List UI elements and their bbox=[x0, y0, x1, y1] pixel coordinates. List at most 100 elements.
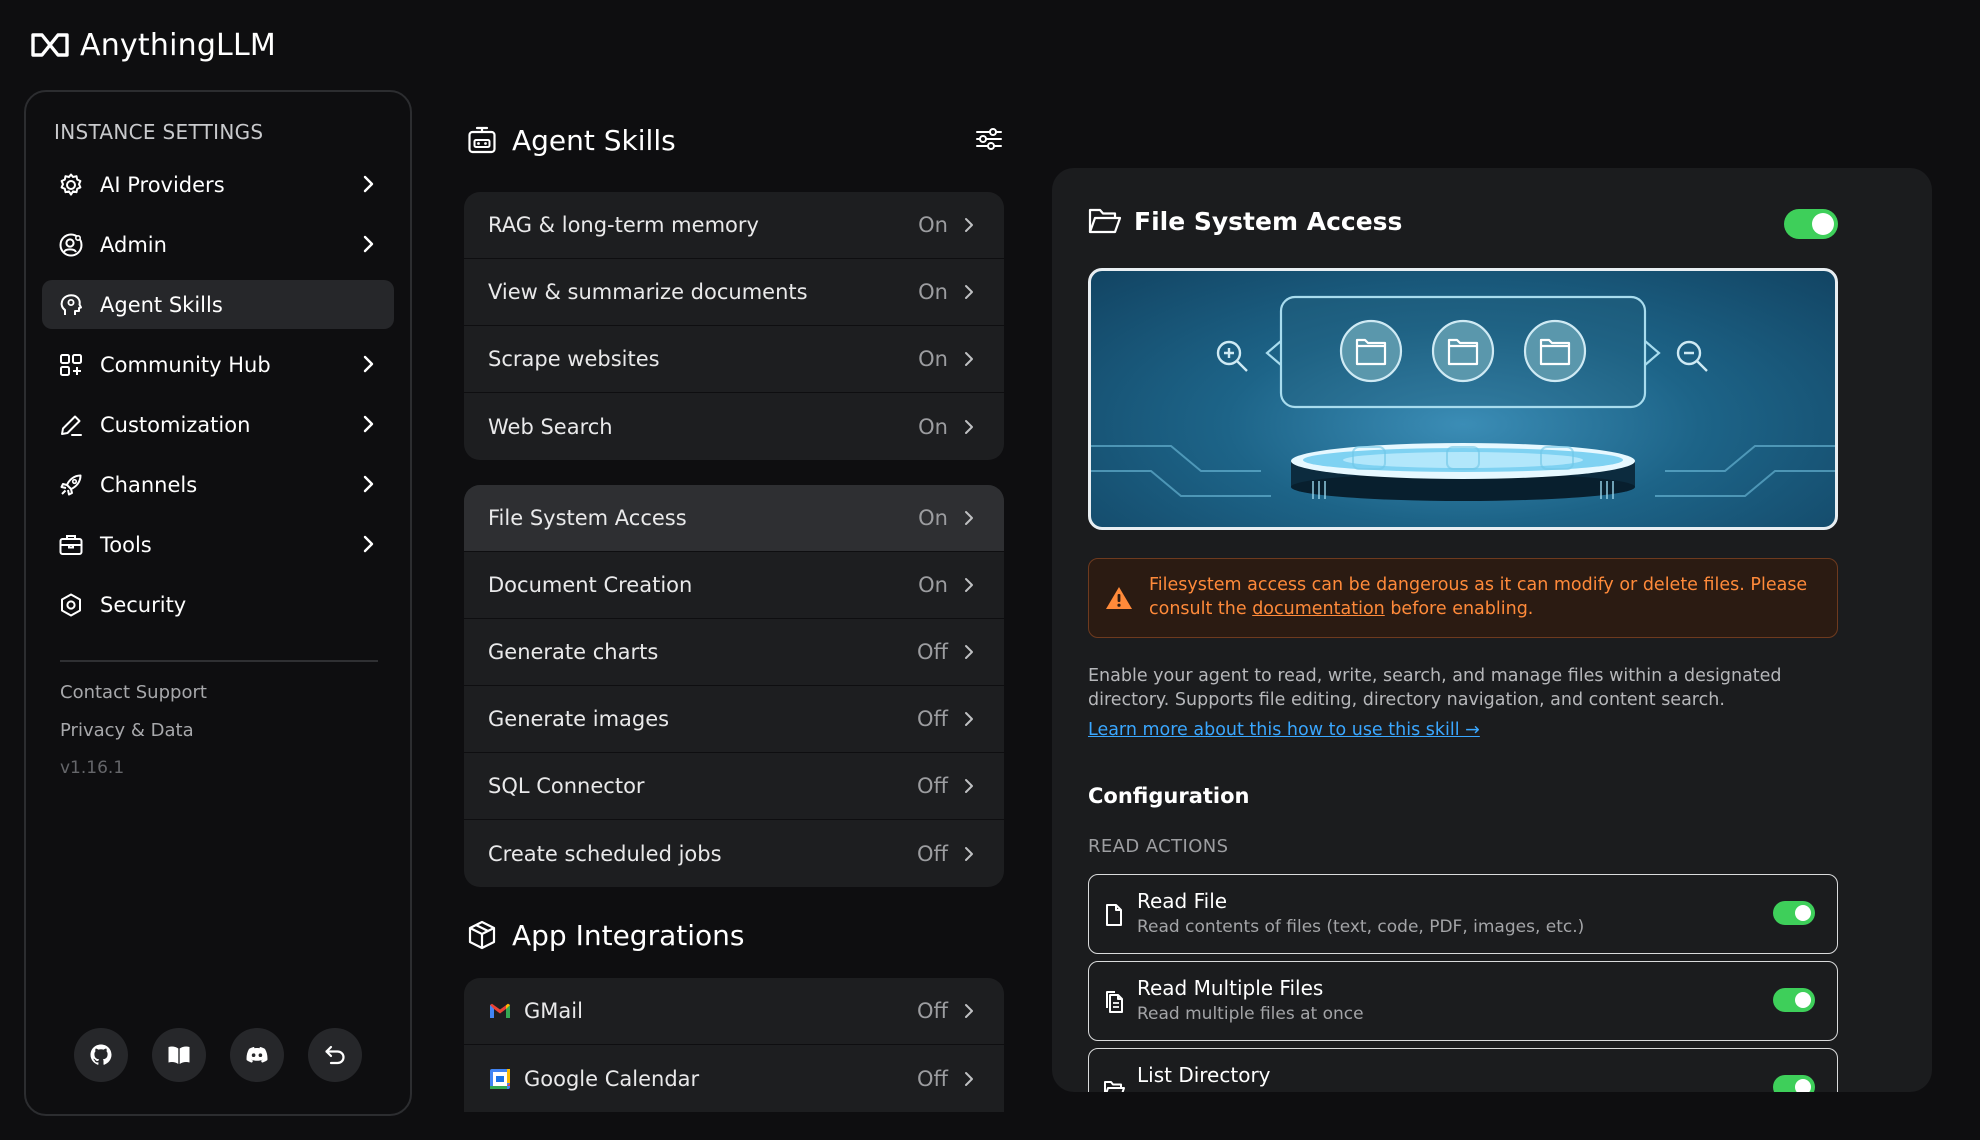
chevron-right-icon bbox=[965, 846, 973, 861]
skill-state: On bbox=[918, 347, 948, 371]
sidebar-divider bbox=[60, 660, 378, 662]
agent-head-icon bbox=[58, 292, 84, 318]
action-name: Read Multiple Files bbox=[1137, 976, 1324, 1000]
action-list-directory: List Directory bbox=[1088, 1048, 1838, 1092]
return-icon bbox=[325, 1045, 345, 1065]
sidebar-nav: AI Providers Admin Agent Skills Communit… bbox=[42, 160, 394, 640]
action-name: List Directory bbox=[1137, 1063, 1271, 1087]
sidebar-item-label: Agent Skills bbox=[100, 292, 223, 317]
sidebar-item-community-hub[interactable]: Community Hub bbox=[42, 340, 394, 389]
skill-label: Generate charts bbox=[488, 640, 659, 664]
sidebar-item-tools[interactable]: Tools bbox=[42, 520, 394, 569]
chevron-right-icon bbox=[363, 235, 374, 253]
warning-icon bbox=[1106, 587, 1132, 609]
skill-row-scrape-websites[interactable]: Scrape websites On bbox=[464, 326, 1004, 393]
sidebar-item-label: Admin bbox=[100, 232, 167, 257]
app-logo: AnythingLLM bbox=[30, 27, 276, 63]
page-title: Agent Skills bbox=[512, 123, 676, 157]
skill-row-file-system-access[interactable]: File System Access On bbox=[464, 485, 1004, 552]
chevron-right-icon bbox=[965, 578, 973, 592]
skill-row-web-search[interactable]: Web Search On bbox=[464, 393, 1004, 460]
learn-more-link[interactable]: Learn more about this how to use this sk… bbox=[1088, 720, 1480, 740]
integration-row-gmail[interactable]: GMail Off bbox=[464, 978, 1004, 1045]
chevron-right-icon bbox=[965, 352, 973, 366]
gmail-icon bbox=[490, 1003, 510, 1018]
discord-button[interactable] bbox=[230, 1028, 284, 1082]
chevron-right-icon bbox=[363, 355, 374, 373]
sliders-icon[interactable] bbox=[974, 124, 1004, 154]
app-version: v1.16.1 bbox=[60, 758, 125, 778]
skill-label: Web Search bbox=[488, 414, 613, 439]
sidebar-item-label: Community Hub bbox=[100, 352, 271, 377]
list-directory-toggle[interactable] bbox=[1773, 1075, 1815, 1092]
docs-button[interactable] bbox=[152, 1028, 206, 1082]
rocket-icon bbox=[58, 472, 84, 498]
chevron-right-icon bbox=[965, 1004, 973, 1018]
skill-label: Create scheduled jobs bbox=[488, 841, 722, 866]
skill-row-rag-memory[interactable]: RAG & long-term memory On bbox=[464, 192, 1004, 259]
skill-label: SQL Connector bbox=[488, 774, 645, 798]
danger-warning: Filesystem access can be dangerous as it… bbox=[1088, 558, 1838, 638]
filesystem-illustration bbox=[1091, 295, 1835, 501]
user-gear-icon bbox=[58, 232, 84, 258]
book-icon bbox=[168, 1046, 190, 1064]
integrations-group: GMail Off Google Calendar Off bbox=[464, 978, 1004, 1112]
skill-enable-toggle[interactable] bbox=[1784, 209, 1838, 239]
skill-state: On bbox=[918, 213, 948, 237]
anythingllm-logo-icon bbox=[31, 33, 69, 57]
files-icon bbox=[1106, 991, 1123, 1013]
skill-row-generate-images[interactable]: Generate images Off bbox=[464, 686, 1004, 753]
skill-state: On bbox=[918, 506, 948, 530]
warning-text: Filesystem access can be dangerous as it… bbox=[1149, 573, 1819, 621]
skill-label: Document Creation bbox=[488, 573, 693, 597]
skill-state: On bbox=[918, 573, 948, 597]
chevron-right-icon bbox=[965, 779, 973, 793]
skill-state: Off bbox=[917, 841, 948, 866]
skill-detail-panel: File System Access Filesystem access can… bbox=[1052, 168, 1932, 1092]
pencil-icon bbox=[58, 412, 84, 438]
robot-icon bbox=[468, 126, 496, 154]
action-read-file: Read File Read contents of files (text, … bbox=[1088, 874, 1838, 954]
chevron-right-icon bbox=[363, 475, 374, 493]
read-multiple-files-toggle[interactable] bbox=[1773, 988, 1815, 1012]
skill-row-sql-connector[interactable]: SQL Connector Off bbox=[464, 753, 1004, 820]
sidebar-item-channels[interactable]: Channels bbox=[42, 460, 394, 509]
shield-icon bbox=[58, 592, 84, 618]
sidebar-item-admin[interactable]: Admin bbox=[42, 220, 394, 269]
folder-open-icon bbox=[1104, 1081, 1125, 1092]
skill-label: Scrape websites bbox=[488, 347, 660, 371]
chevron-right-icon bbox=[965, 645, 973, 659]
privacy-data-link[interactable]: Privacy & Data bbox=[60, 720, 207, 742]
settings-sidebar: INSTANCE SETTINGS AI Providers Admin Age… bbox=[24, 90, 412, 1116]
action-read-multiple-files: Read Multiple Files Read multiple files … bbox=[1088, 961, 1838, 1041]
file-icon bbox=[1106, 904, 1122, 926]
return-button[interactable] bbox=[308, 1028, 362, 1082]
integration-row-google-calendar[interactable]: Google Calendar Off bbox=[464, 1045, 1004, 1112]
warning-text-after: before enabling. bbox=[1384, 599, 1534, 619]
contact-support-link[interactable]: Contact Support bbox=[60, 682, 207, 704]
skill-label: RAG & long-term memory bbox=[488, 213, 759, 237]
sidebar-item-agent-skills[interactable]: Agent Skills bbox=[42, 280, 394, 329]
skill-row-generate-charts[interactable]: Generate charts Off bbox=[464, 619, 1004, 686]
documentation-link[interactable]: documentation bbox=[1252, 599, 1385, 619]
sidebar-item-security[interactable]: Security bbox=[42, 580, 394, 629]
sidebar-item-ai-providers[interactable]: AI Providers bbox=[42, 160, 394, 209]
github-button[interactable] bbox=[74, 1028, 128, 1082]
skills-group-default: RAG & long-term memory On View & summari… bbox=[464, 192, 1004, 460]
action-name: Read File bbox=[1137, 889, 1228, 913]
app-name: AnythingLLM bbox=[80, 27, 276, 63]
skill-row-document-creation[interactable]: Document Creation On bbox=[464, 552, 1004, 619]
folder-open-icon bbox=[1088, 208, 1122, 234]
toolbox-icon bbox=[58, 532, 84, 558]
app-integrations-header: App Integrations bbox=[466, 915, 1006, 955]
read-file-toggle[interactable] bbox=[1773, 901, 1815, 925]
skill-row-summarize-documents[interactable]: View & summarize documents On bbox=[464, 259, 1004, 326]
discord-icon bbox=[246, 1047, 268, 1063]
chevron-right-icon bbox=[965, 511, 973, 525]
sidebar-bottom-icons bbox=[74, 1028, 362, 1082]
skill-state: Off bbox=[917, 707, 948, 731]
sidebar-item-customization[interactable]: Customization bbox=[42, 400, 394, 449]
skill-state: On bbox=[918, 280, 948, 304]
skill-row-scheduled-jobs[interactable]: Create scheduled jobs Off bbox=[464, 820, 1004, 887]
skills-group-optional: File System Access On Document Creation … bbox=[464, 485, 1004, 887]
